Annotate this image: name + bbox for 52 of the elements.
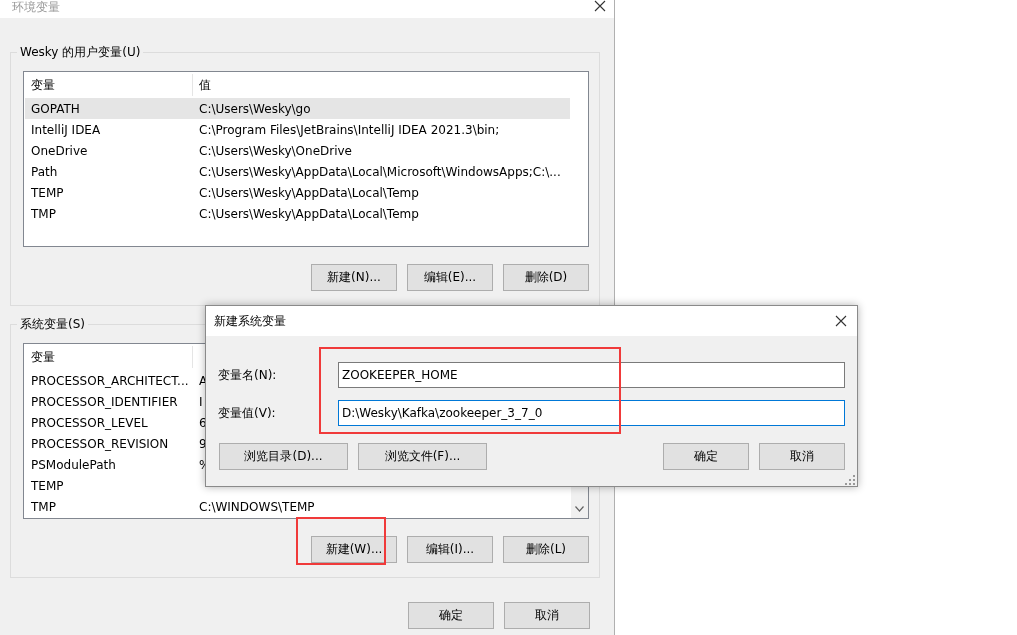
button[interactable]: 删除(D) [503, 264, 589, 291]
table-cell-text: TEMP [30, 478, 65, 493]
list-row[interactable]: OneDrive C:\Users\Wesky\OneDrive [25, 140, 570, 161]
button[interactable]: 编辑(I)... [407, 536, 493, 563]
table-cell-text: TMP [30, 499, 57, 514]
table-cell-text: GOPATH [30, 101, 81, 116]
field-label: 变量名(N): [218, 366, 278, 384]
close-icon[interactable] [835, 315, 847, 327]
button[interactable]: 浏览目录(D)... [219, 443, 348, 470]
list-row[interactable]: TEMP C:\Users\Wesky\AppData\Local\Temp [25, 182, 570, 203]
chevron-down-icon[interactable] [575, 506, 584, 512]
table-cell-text: C:\Users\Wesky\AppData\Local\Temp [198, 206, 420, 221]
table-cell-text: TEMP [30, 185, 65, 200]
button[interactable]: 新建(N)... [311, 264, 397, 291]
table-cell-text: C:\Users\Wesky\AppData\Local\Temp [198, 185, 420, 200]
button[interactable]: 取消 [759, 443, 845, 470]
button[interactable]: 浏览文件(F)... [358, 443, 487, 470]
table-cell-text: C:\Users\Wesky\go [198, 101, 312, 116]
group-label: 系统变量(S) [17, 317, 88, 331]
list-row[interactable]: TMP C:\WINDOWS\TEMP [25, 496, 570, 517]
button[interactable]: 新建(W)... [311, 536, 397, 563]
table-cell-text: PSModulePath [30, 457, 117, 472]
list-row[interactable]: GOPATH C:\Users\Wesky\go [25, 98, 570, 119]
table-cell-text: IntelliJ IDEA [30, 122, 102, 137]
button[interactable]: 删除(L) [503, 536, 589, 563]
table-cell-text: C:\WINDOWS\TEMP [198, 499, 316, 514]
table-cell-text: PROCESSOR_ARCHITECT... [30, 373, 190, 388]
table-cell-text: C:\Program Files\JetBrains\IntelliJ IDEA 2021.3\bin; [198, 122, 501, 137]
table-cell-text: Path [30, 164, 59, 179]
table-cell-text: I [198, 394, 204, 409]
table-cell-text: PROCESSOR_IDENTIFIER [30, 394, 179, 409]
dialog-title: 新建系统变量 [214, 312, 286, 330]
input-field[interactable]: D:\Wesky\Kafka\zookeeper_3_7_0 [338, 400, 845, 426]
close-icon[interactable] [594, 0, 606, 12]
list-row[interactable]: IntelliJ IDEA C:\Program Files\JetBrains\IntelliJ IDEA 2021.3\bin; [25, 119, 570, 140]
table-cell-text: C:\Users\Wesky\AppData\Local\Microsoft\WindowsApps;C:\... [198, 164, 562, 179]
list-row[interactable]: Path C:\Users\Wesky\AppData\Local\Microsoft\WindowsApps;C:\... [25, 161, 570, 182]
button[interactable]: 编辑(E)... [407, 264, 493, 291]
table-cell-text: C:\Users\Wesky\OneDrive [198, 143, 353, 158]
resize-grip-icon[interactable] [845, 474, 855, 484]
table-cell-text: TMP [30, 206, 57, 221]
list-row[interactable]: TMP C:\Users\Wesky\AppData\Local\Temp [25, 203, 570, 224]
group-label: Wesky 的用户变量(U) [17, 45, 144, 59]
field-label: 变量值(V): [218, 404, 277, 422]
table-cell-text: PROCESSOR_REVISION [30, 436, 170, 451]
button[interactable]: 确定 [663, 443, 749, 470]
table-cell-text: OneDrive [30, 143, 89, 158]
table-cell-text: PROCESSOR_LEVEL [30, 415, 149, 430]
button[interactable]: 确定 [408, 602, 494, 629]
input-field[interactable]: ZOOKEEPER_HOME [338, 362, 845, 388]
button[interactable]: 取消 [504, 602, 590, 629]
window-title: 环境变量 [12, 0, 60, 14]
